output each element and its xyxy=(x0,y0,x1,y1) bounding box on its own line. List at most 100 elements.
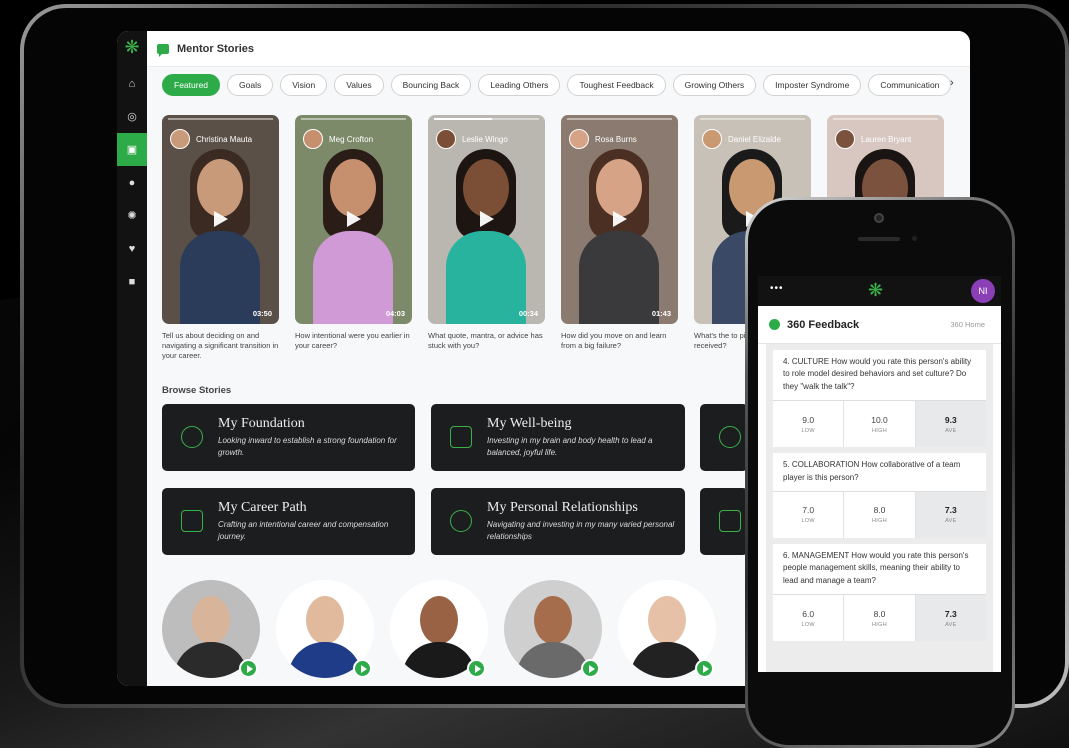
play-icon[interactable] xyxy=(695,659,714,678)
story-category-card[interactable] xyxy=(700,488,748,555)
score-ave: 9.3 xyxy=(944,414,957,425)
video-icon[interactable]: ■ xyxy=(117,265,147,298)
home-link[interactable]: 360 Home xyxy=(950,320,985,329)
play-icon[interactable] xyxy=(214,211,228,227)
play-icon[interactable] xyxy=(467,659,486,678)
chip-values[interactable]: Values xyxy=(334,74,384,96)
logo-tree-icon[interactable]: ❋ xyxy=(120,35,144,59)
score-row: 7.0 LOW 8.0 HIGH 7.3 AVE xyxy=(773,490,986,538)
score-row: 6.0 LOW 8.0 HIGH 7.3 AVE xyxy=(773,594,986,642)
chip-leading-others[interactable]: Leading Others xyxy=(478,74,561,96)
video-question: How intentional were you earlier in your… xyxy=(295,331,410,351)
mentor-avatar[interactable] xyxy=(390,580,488,678)
head-brain-icon xyxy=(450,426,472,448)
score-row: 9.0 LOW 10.0 HIGH 9.3 AVE xyxy=(773,400,986,448)
video-duration: 00:34 xyxy=(518,309,538,318)
story-category-card[interactable]: My Personal Relationships Navigating and … xyxy=(431,488,685,555)
chevron-right-icon[interactable]: › xyxy=(950,77,954,89)
play-icon[interactable] xyxy=(480,211,494,227)
chip-communication[interactable]: Communication xyxy=(868,74,952,96)
avatar xyxy=(436,129,456,149)
chip-goals[interactable]: Goals xyxy=(227,74,274,96)
plant-icon xyxy=(719,426,741,448)
mentor-avatar[interactable] xyxy=(618,580,716,678)
presenter-name: Christina Mauta xyxy=(196,134,253,144)
sun-icon[interactable]: ✺ xyxy=(117,199,147,232)
phone-header: 360 Feedback 360 Home xyxy=(758,306,1001,344)
video-card[interactable]: Christina Mauta 03:50 Tell us about decidi… xyxy=(162,115,279,361)
chip-imposter-syndrome[interactable]: Imposter Syndrome xyxy=(763,74,862,96)
video-thumbnail[interactable]: Meg Crofton 04:03 xyxy=(295,115,412,324)
atom-icon xyxy=(181,426,203,448)
presenter-name: Lauren Bryant xyxy=(861,134,912,144)
avatar xyxy=(569,129,589,149)
story-category-card[interactable]: My Well-being Investing in my brain and b… xyxy=(431,404,685,471)
spiral-icon[interactable]: ◎ xyxy=(117,100,147,133)
avatar[interactable]: NI xyxy=(971,279,995,303)
browse-stories-heading: Browse Stories xyxy=(162,385,232,396)
card-title: My Foundation xyxy=(218,416,305,431)
play-icon[interactable] xyxy=(239,659,258,678)
presenter-image xyxy=(579,149,659,324)
video-card[interactable]: Rosa Burns 01:43 How did you move on and l… xyxy=(561,115,678,361)
progress-bar xyxy=(567,118,672,120)
question-text: 4. CULTURE How would you rate this perso… xyxy=(783,357,972,391)
video-card[interactable]: Leslie Wingo 00:34 What quote, mantra, or … xyxy=(428,115,545,361)
chip-vision[interactable]: Vision xyxy=(280,74,328,96)
mentor-avatar[interactable] xyxy=(162,580,260,678)
avatar xyxy=(170,129,190,149)
chip-bouncing-back[interactable]: Bouncing Back xyxy=(390,74,472,96)
score-ave: 7.3 xyxy=(944,505,957,516)
video-duration: 03:50 xyxy=(252,309,272,318)
video-thumbnail[interactable]: Christina Mauta 03:50 xyxy=(162,115,279,324)
chip-featured[interactable]: Featured xyxy=(162,74,221,96)
sidebar-rail: ❋ ⌂ ◎ ▣ ● ✺ ♥ ■ xyxy=(117,31,147,686)
video-card[interactable]: Meg Crofton 04:03 How intentional were you… xyxy=(295,115,412,361)
phone-sensor xyxy=(912,236,917,241)
score-label-low: LOW xyxy=(801,518,815,525)
play-icon[interactable] xyxy=(353,659,372,678)
mentor-avatar-row xyxy=(162,580,716,678)
home-icon[interactable]: ⌂ xyxy=(117,67,147,100)
presenter-image xyxy=(446,149,526,324)
video-thumbnail[interactable]: Leslie Wingo 00:34 xyxy=(428,115,545,324)
story-category-card[interactable]: My Foundation Looking inward to establish… xyxy=(162,404,415,471)
progress-bar xyxy=(833,118,938,120)
presenter-name: Meg Crofton xyxy=(329,134,374,144)
phone-speaker xyxy=(858,237,900,241)
mentor-avatar[interactable] xyxy=(276,580,374,678)
progress-bar xyxy=(434,118,539,120)
presenter-image xyxy=(313,149,393,324)
topic-chip-bar: Featured Goals Vision Values Bouncing Back Le… xyxy=(162,74,952,96)
question-text: 6. MANAGEMENT How would you rate this pe… xyxy=(783,550,969,585)
podium-icon xyxy=(181,510,203,532)
phone-screen: ••• ❋ NI 360 Feedback 360 Home 4. CULTUR… xyxy=(758,276,1001,672)
play-icon[interactable] xyxy=(347,211,361,227)
play-icon[interactable] xyxy=(581,659,600,678)
card-title: My Career Path xyxy=(218,500,307,515)
score-label-ave: AVE xyxy=(945,621,957,628)
chat-icon[interactable]: ▣ xyxy=(117,133,147,166)
marketing-stage: ❋ ⌂ ◎ ▣ ● ✺ ♥ ■ Mentor Stories Featured G… xyxy=(0,0,1069,748)
mentor-avatar[interactable] xyxy=(504,580,602,678)
chip-growing-others[interactable]: Growing Others xyxy=(672,74,757,96)
story-category-card[interactable]: My Career Path Crafting an intentional ca… xyxy=(162,488,415,555)
video-thumbnail[interactable]: Rosa Burns 01:43 xyxy=(561,115,678,324)
menu-dots-icon[interactable]: ••• xyxy=(770,283,784,294)
progress-bar xyxy=(301,118,406,120)
score-high: 8.0 xyxy=(873,505,886,516)
card-title: My Personal Relationships xyxy=(487,500,638,515)
card-description: Looking inward to establish a strong fou… xyxy=(218,436,397,457)
presenter-name: Rosa Burns xyxy=(595,134,637,144)
play-icon[interactable] xyxy=(613,211,627,227)
score-label-low: LOW xyxy=(801,621,815,628)
message-icon[interactable]: ● xyxy=(117,166,147,199)
question-text: 5. COLLABORATION How collaborative of a … xyxy=(783,460,961,482)
card-description: Investing in my brain and body health to… xyxy=(487,436,653,457)
score-low: 9.0 xyxy=(802,414,815,425)
score-label-high: HIGH xyxy=(872,621,887,628)
chip-toughest-feedback[interactable]: Toughest Feedback xyxy=(567,74,666,96)
score-high: 8.0 xyxy=(873,608,886,619)
story-category-card[interactable] xyxy=(700,404,748,471)
heart-icon[interactable]: ♥ xyxy=(117,232,147,265)
